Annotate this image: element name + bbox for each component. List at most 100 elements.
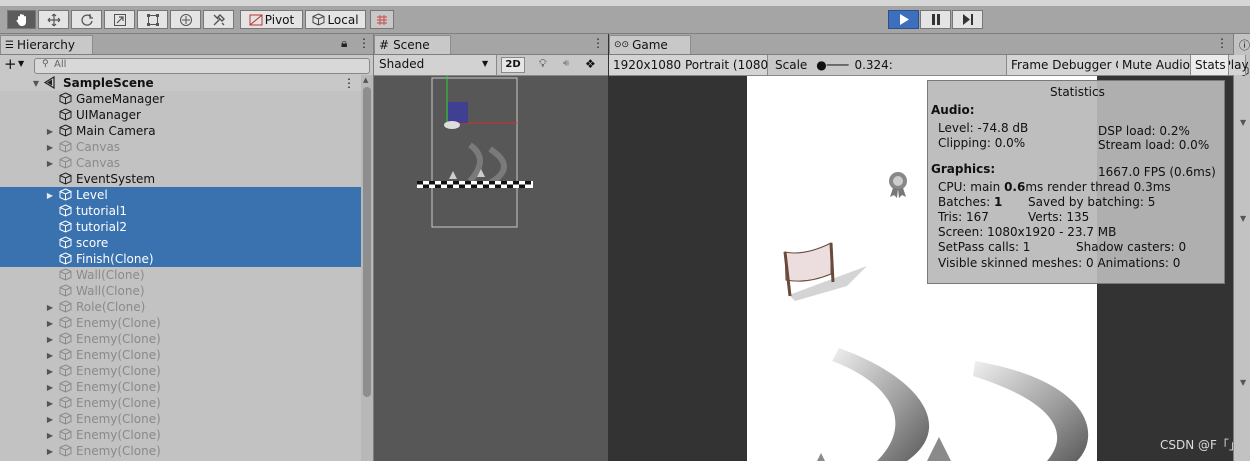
rect-tool-button[interactable] (137, 10, 168, 29)
pivot-toggle[interactable]: Pivot (240, 10, 303, 29)
scroll-up-icon[interactable]: ▲ (363, 76, 368, 84)
shading-mode-dropdown[interactable]: Shaded ▼ (374, 55, 497, 75)
hierarchy-item[interactable]: ▶ Canvas (0, 139, 361, 155)
expand-arrow-icon[interactable]: ▶ (45, 367, 55, 376)
game-tab-label: Game (632, 38, 668, 52)
step-icon (962, 14, 973, 25)
scale-tool-icon (113, 13, 126, 26)
hierarchy-item[interactable]: ▶ Enemy(Clone) (0, 315, 361, 331)
hierarchy-scrollbar[interactable]: ▲ (361, 75, 373, 461)
game-menu-icon[interactable]: ⋮ (1216, 36, 1228, 50)
hierarchy-item[interactable]: ▶ Enemy(Clone) (0, 347, 361, 363)
scroll-thumb[interactable] (363, 87, 371, 397)
scene-menu-icon[interactable]: ⋮ (592, 36, 604, 50)
hierarchy-item[interactable]: ▶ Enemy(Clone) (0, 363, 361, 379)
hierarchy-item-label: Enemy(Clone) (76, 348, 161, 362)
hierarchy-item[interactable]: ▶ Enemy(Clone) (0, 443, 361, 459)
collapse-arrow-icon[interactable]: ▼ (1240, 118, 1246, 127)
hierarchy-item[interactable]: ▶ Level (0, 187, 361, 203)
scene-menu-icon[interactable]: ⋮ (343, 76, 355, 90)
hierarchy-item[interactable]: ▶ Main Camera (0, 123, 361, 139)
hierarchy-item[interactable]: ▶ Role(Clone) (0, 299, 361, 315)
play-button[interactable] (888, 10, 919, 29)
hierarchy-item[interactable]: ▶ Enemy(Clone) (0, 411, 361, 427)
toggle-2d-button[interactable]: 2D (501, 57, 525, 73)
collapse-arrow-icon-3[interactable]: ▼ (1240, 378, 1246, 387)
hand-tool-button[interactable] (7, 10, 36, 29)
transform-tool-button[interactable] (170, 10, 201, 29)
mute-audio-toggle[interactable]: Mute Audio (1118, 55, 1191, 75)
scene-root-row[interactable]: ▼ SampleScene ⋮ (0, 75, 361, 91)
batches-readout: Batches: 1 (938, 195, 1002, 209)
expand-arrow-icon[interactable]: ▶ (45, 127, 55, 136)
hierarchy-item-label: UIManager (76, 108, 141, 122)
custom-tool-button[interactable] (203, 10, 234, 29)
hierarchy-item[interactable]: Wall(Clone) (0, 283, 361, 299)
gameobject-cube-icon (59, 300, 72, 313)
tab-game[interactable]: ⊙⊙ Game (609, 35, 691, 54)
tab-scene[interactable]: # Scene (374, 35, 451, 54)
expand-arrow-icon[interactable]: ▶ (45, 431, 55, 440)
stats-toggle[interactable]: Stats (1191, 55, 1229, 75)
gameobject-cube-icon (59, 92, 72, 105)
rotate-tool-button[interactable] (71, 10, 102, 29)
expand-arrow-icon[interactable]: ▶ (45, 383, 55, 392)
hierarchy-item[interactable]: Finish(Clone) (0, 251, 361, 267)
expand-arrow-icon[interactable]: ▼ (31, 79, 41, 88)
expand-arrow-icon[interactable]: ▶ (45, 319, 55, 328)
lighting-toggle-icon[interactable]: 💡︎ (539, 57, 547, 71)
hierarchy-item[interactable]: ▶ Enemy(Clone) (0, 395, 361, 411)
info-icon[interactable]: ⓘ (1239, 37, 1250, 53)
pause-button[interactable] (920, 10, 951, 29)
hierarchy-item-label: Canvas (76, 140, 121, 154)
expand-arrow-icon[interactable]: ▶ (45, 303, 55, 312)
hierarchy-item[interactable]: tutorial1 (0, 203, 361, 219)
hierarchy-item[interactable]: score (0, 235, 361, 251)
hierarchy-item-label: Enemy(Clone) (76, 332, 161, 346)
finish-line (417, 181, 533, 188)
search-placeholder: All (54, 59, 67, 70)
hierarchy-item[interactable]: ▶ Canvas (0, 155, 361, 171)
rotate-tool-icon (80, 13, 93, 26)
snap-button[interactable] (370, 10, 394, 29)
panel-menu-icon[interactable]: ⋮ (358, 36, 370, 50)
expand-arrow-icon[interactable]: ▶ (45, 415, 55, 424)
hierarchy-item[interactable]: UIManager (0, 107, 361, 123)
scale-value: 0.324: (854, 58, 893, 72)
hierarchy-item[interactable]: tutorial2 (0, 219, 361, 235)
expand-arrow-icon[interactable]: ▶ (45, 351, 55, 360)
move-tool-button[interactable] (38, 10, 69, 29)
lock-icon[interactable]: 🔒︎ (341, 36, 347, 51)
hierarchy-item[interactable]: GameManager (0, 91, 361, 107)
audio-toggle-icon[interactable]: 🔊︎ (563, 58, 569, 69)
effects-toggle-icon[interactable]: ❖ (585, 57, 596, 71)
step-button[interactable] (952, 10, 983, 29)
scale-slider[interactable]: Scale ●─── 0.324: (768, 55, 1007, 75)
search-input[interactable]: ⚲ All (34, 58, 370, 74)
resolution-dropdown[interactable]: 1920x1080 Portrait (1080 ▼ (609, 55, 776, 75)
scene-viewport[interactable] (374, 75, 608, 461)
enemy-spike (927, 437, 951, 461)
local-toggle[interactable]: Local (305, 10, 366, 29)
scale-tool-button[interactable] (104, 10, 135, 29)
tab-hierarchy[interactable]: ☰ Hierarchy (0, 35, 93, 54)
add-dropdown-chevron-icon[interactable]: ▼ (18, 59, 24, 68)
hierarchy-item[interactable]: Wall(Clone) (0, 267, 361, 283)
hierarchy-item[interactable]: ▶ Enemy(Clone) (0, 379, 361, 395)
gameobject-cube-icon (59, 444, 72, 457)
pivot-label: Pivot (264, 12, 295, 27)
add-button[interactable]: + (4, 56, 17, 72)
scale-slider-track[interactable]: ●─── (816, 58, 848, 72)
expand-arrow-icon[interactable]: ▶ (45, 335, 55, 344)
hierarchy-item[interactable]: ▶ Enemy(Clone) (0, 331, 361, 347)
expand-arrow-icon[interactable]: ▶ (45, 399, 55, 408)
expand-arrow-icon[interactable]: ▶ (45, 447, 55, 456)
audio-level: Level: -74.8 dB (938, 121, 1029, 135)
expand-arrow-icon[interactable]: ▶ (45, 143, 55, 152)
expand-arrow-icon[interactable]: ▶ (45, 159, 55, 168)
hierarchy-item[interactable]: EventSystem (0, 171, 361, 187)
hierarchy-item[interactable]: ▶ Enemy(Clone) (0, 427, 361, 443)
gameobject-cube-icon (59, 252, 72, 265)
expand-arrow-icon[interactable]: ▶ (45, 191, 55, 200)
collapse-arrow-icon-2[interactable]: ▼ (1240, 214, 1246, 223)
